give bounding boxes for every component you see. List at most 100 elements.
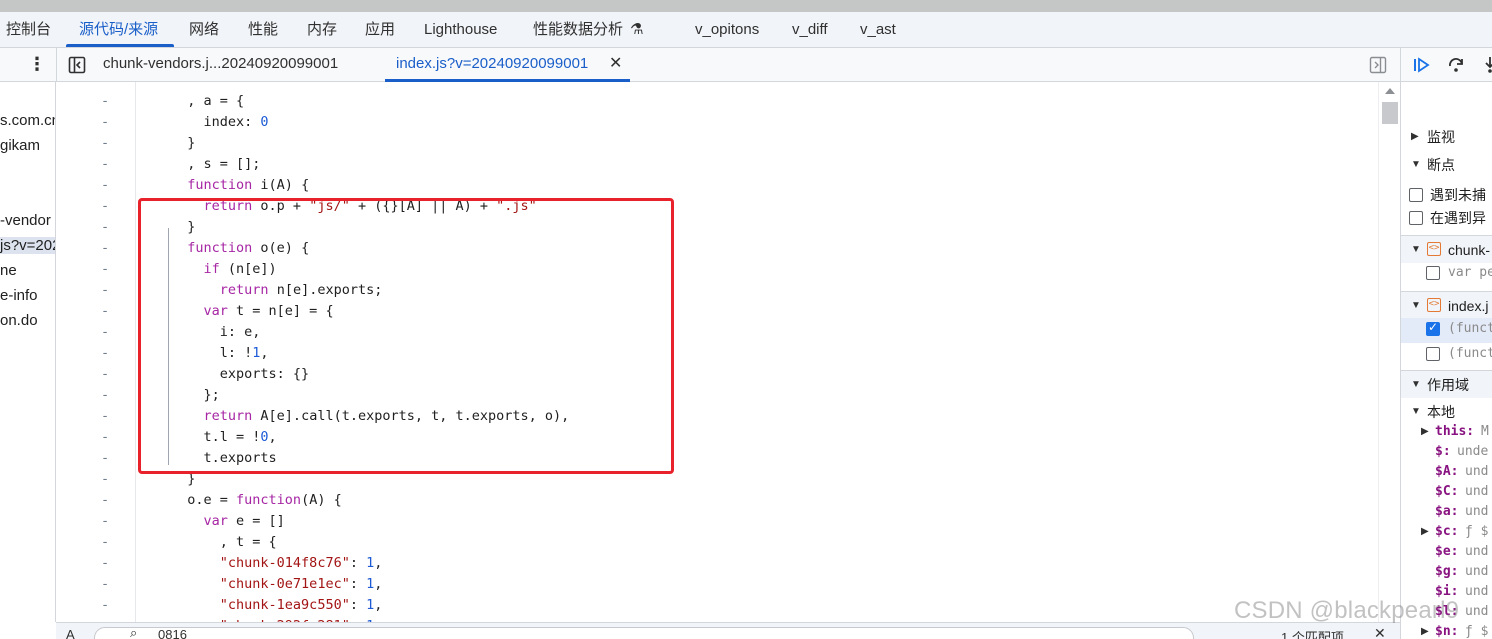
tab-network[interactable]: 网络 xyxy=(189,12,219,47)
breakpoint-file-group[interactable]: ▼ <> index.j xyxy=(1401,291,1492,319)
navigator-item[interactable]: -vendor xyxy=(0,212,51,229)
expand-arrow-icon[interactable]: ▶ xyxy=(1421,526,1429,537)
variable-value: ƒ $ xyxy=(1465,624,1489,639)
tab-v-opitons[interactable]: v_opitons xyxy=(695,12,759,47)
editor-tabbar: ⋮ chunk-vendors.j...20240920099001 index… xyxy=(0,48,1492,82)
code-text: var e = [] xyxy=(203,513,285,529)
line-gutter-marker[interactable]: - xyxy=(101,469,109,490)
code-text: , t = { xyxy=(171,534,277,550)
line-gutter-marker[interactable]: - xyxy=(101,427,109,448)
line-gutter-marker[interactable]: - xyxy=(101,217,109,238)
pause-caught-checkbox[interactable] xyxy=(1409,211,1423,225)
more-options-icon[interactable]: ⋮ xyxy=(28,55,46,73)
tab-lighthouse[interactable]: Lighthouse xyxy=(424,12,497,47)
code-line[interactable]: - , a = { xyxy=(56,91,1376,112)
line-gutter-marker[interactable]: - xyxy=(101,574,109,595)
scroll-up-icon[interactable] xyxy=(1385,88,1395,94)
line-gutter-marker[interactable]: - xyxy=(101,280,109,301)
breakpoint-file-group[interactable]: ▼ <> chunk- xyxy=(1401,235,1492,263)
tab-memory[interactable]: 内存 xyxy=(307,12,337,47)
search-icon: ⌕ xyxy=(130,625,138,639)
expand-arrow-icon[interactable]: ▶ xyxy=(1421,626,1429,637)
line-gutter-marker[interactable]: - xyxy=(101,133,109,154)
variable-value: und xyxy=(1465,604,1489,619)
navigator-item[interactable]: e-info xyxy=(0,287,38,304)
line-gutter-marker[interactable]: - xyxy=(101,511,109,532)
toggle-debugger-icon[interactable] xyxy=(1369,56,1387,78)
code-line[interactable]: - "chunk-014f8c76": 1, xyxy=(56,553,1376,574)
step-into-icon[interactable] xyxy=(1481,56,1492,78)
line-gutter-marker[interactable]: - xyxy=(101,259,109,280)
search-input[interactable] xyxy=(94,627,1194,639)
collapse-arrow-icon: ▼ xyxy=(1411,300,1421,311)
variable-name: $n: xyxy=(1435,624,1459,639)
editor-scrollbar[interactable] xyxy=(1378,82,1400,622)
line-gutter-marker[interactable]: - xyxy=(101,343,109,364)
tab-application[interactable]: 应用 xyxy=(365,12,395,47)
navigator-item[interactable]: on.do xyxy=(0,312,38,329)
tab-v-diff[interactable]: v_diff xyxy=(792,12,828,47)
tab-performance[interactable]: 性能 xyxy=(248,12,278,47)
line-gutter-marker[interactable]: - xyxy=(101,322,109,343)
file-tab-chunk-vendors[interactable]: chunk-vendors.j...20240920099001 xyxy=(103,48,338,82)
line-gutter-marker[interactable]: - xyxy=(101,595,109,616)
code-line[interactable]: - , s = []; xyxy=(56,154,1376,175)
variable-name: $g: xyxy=(1435,564,1459,579)
breakpoint-checkbox-checked[interactable] xyxy=(1426,320,1440,336)
tab-v-ast[interactable]: v_ast xyxy=(860,12,896,47)
navigator-item[interactable]: s.com.cn xyxy=(0,112,55,129)
breakpoint-code: (funct xyxy=(1448,321,1492,336)
tab-console[interactable]: 控制台 xyxy=(6,12,51,47)
expand-arrow-icon[interactable]: ▶ xyxy=(1421,426,1429,437)
resume-icon[interactable] xyxy=(1413,56,1431,78)
line-gutter-marker[interactable]: - xyxy=(101,301,109,322)
code-line[interactable]: - "chunk-1ea9c550": 1, xyxy=(56,595,1376,616)
code-line[interactable]: - function i(A) { xyxy=(56,175,1376,196)
line-gutter-marker[interactable]: - xyxy=(101,175,109,196)
step-over-icon[interactable] xyxy=(1447,56,1465,78)
toggle-navigator-icon[interactable] xyxy=(68,56,86,78)
scrollbar-thumb[interactable] xyxy=(1382,102,1398,124)
breakpoints-section[interactable]: ▼ 断点 xyxy=(1401,152,1492,178)
local-scope-header[interactable]: ▼ 本地 xyxy=(1401,399,1492,425)
breakpoint-code: (funct xyxy=(1448,346,1492,361)
scope-section[interactable]: ▼ 作用域 xyxy=(1401,370,1492,398)
navigator-item-selected[interactable]: js?v=202 xyxy=(0,237,55,254)
navigator-item[interactable]: ne xyxy=(0,262,17,279)
line-gutter-marker[interactable]: - xyxy=(101,91,109,112)
variable-value: und xyxy=(1465,584,1489,599)
code-text: , s = []; xyxy=(171,156,261,172)
line-gutter-marker[interactable]: - xyxy=(101,406,109,427)
code-line[interactable]: - index: 0 xyxy=(56,112,1376,133)
match-case-toggle[interactable]: A xyxy=(66,627,75,639)
breakpoint-checkbox[interactable] xyxy=(1426,266,1440,280)
code-line[interactable]: - o.e = function(A) { xyxy=(56,490,1376,511)
breakpoint-checkbox[interactable] xyxy=(1426,347,1440,361)
watch-section[interactable]: ▶ 监视 xyxy=(1401,124,1492,150)
close-search-icon[interactable]: ✕ xyxy=(1374,625,1386,639)
code-text: function i(A) { xyxy=(187,177,310,193)
line-gutter-marker[interactable]: - xyxy=(101,490,109,511)
line-gutter-marker[interactable]: - xyxy=(101,553,109,574)
tab-sources[interactable]: 源代码/来源 xyxy=(79,12,158,47)
code-line[interactable]: - , t = { xyxy=(56,532,1376,553)
file-tab-index-js[interactable]: index.js?v=20240920099001 xyxy=(396,48,588,82)
line-gutter-marker[interactable]: - xyxy=(101,364,109,385)
line-gutter-marker[interactable]: - xyxy=(101,112,109,133)
line-gutter-marker[interactable]: - xyxy=(101,238,109,259)
close-tab-icon[interactable]: ✕ xyxy=(609,48,622,82)
collapse-arrow-icon: ▼ xyxy=(1411,159,1421,170)
line-gutter-marker[interactable]: - xyxy=(101,532,109,553)
line-gutter-marker[interactable]: - xyxy=(101,154,109,175)
variable-value: unde xyxy=(1457,444,1489,459)
code-line[interactable]: - } xyxy=(56,133,1376,154)
line-gutter-marker[interactable]: - xyxy=(101,448,109,469)
tab-performance-insights[interactable]: 性能数据分析 xyxy=(533,12,623,47)
pause-uncaught-checkbox[interactable] xyxy=(1409,188,1423,202)
code-line[interactable]: - var e = [] xyxy=(56,511,1376,532)
expand-arrow-icon: ▶ xyxy=(1411,131,1419,142)
line-gutter-marker[interactable]: - xyxy=(101,196,109,217)
code-line[interactable]: - "chunk-0e71e1ec": 1, xyxy=(56,574,1376,595)
line-gutter-marker[interactable]: - xyxy=(101,385,109,406)
navigator-item[interactable]: gikam xyxy=(0,137,40,154)
